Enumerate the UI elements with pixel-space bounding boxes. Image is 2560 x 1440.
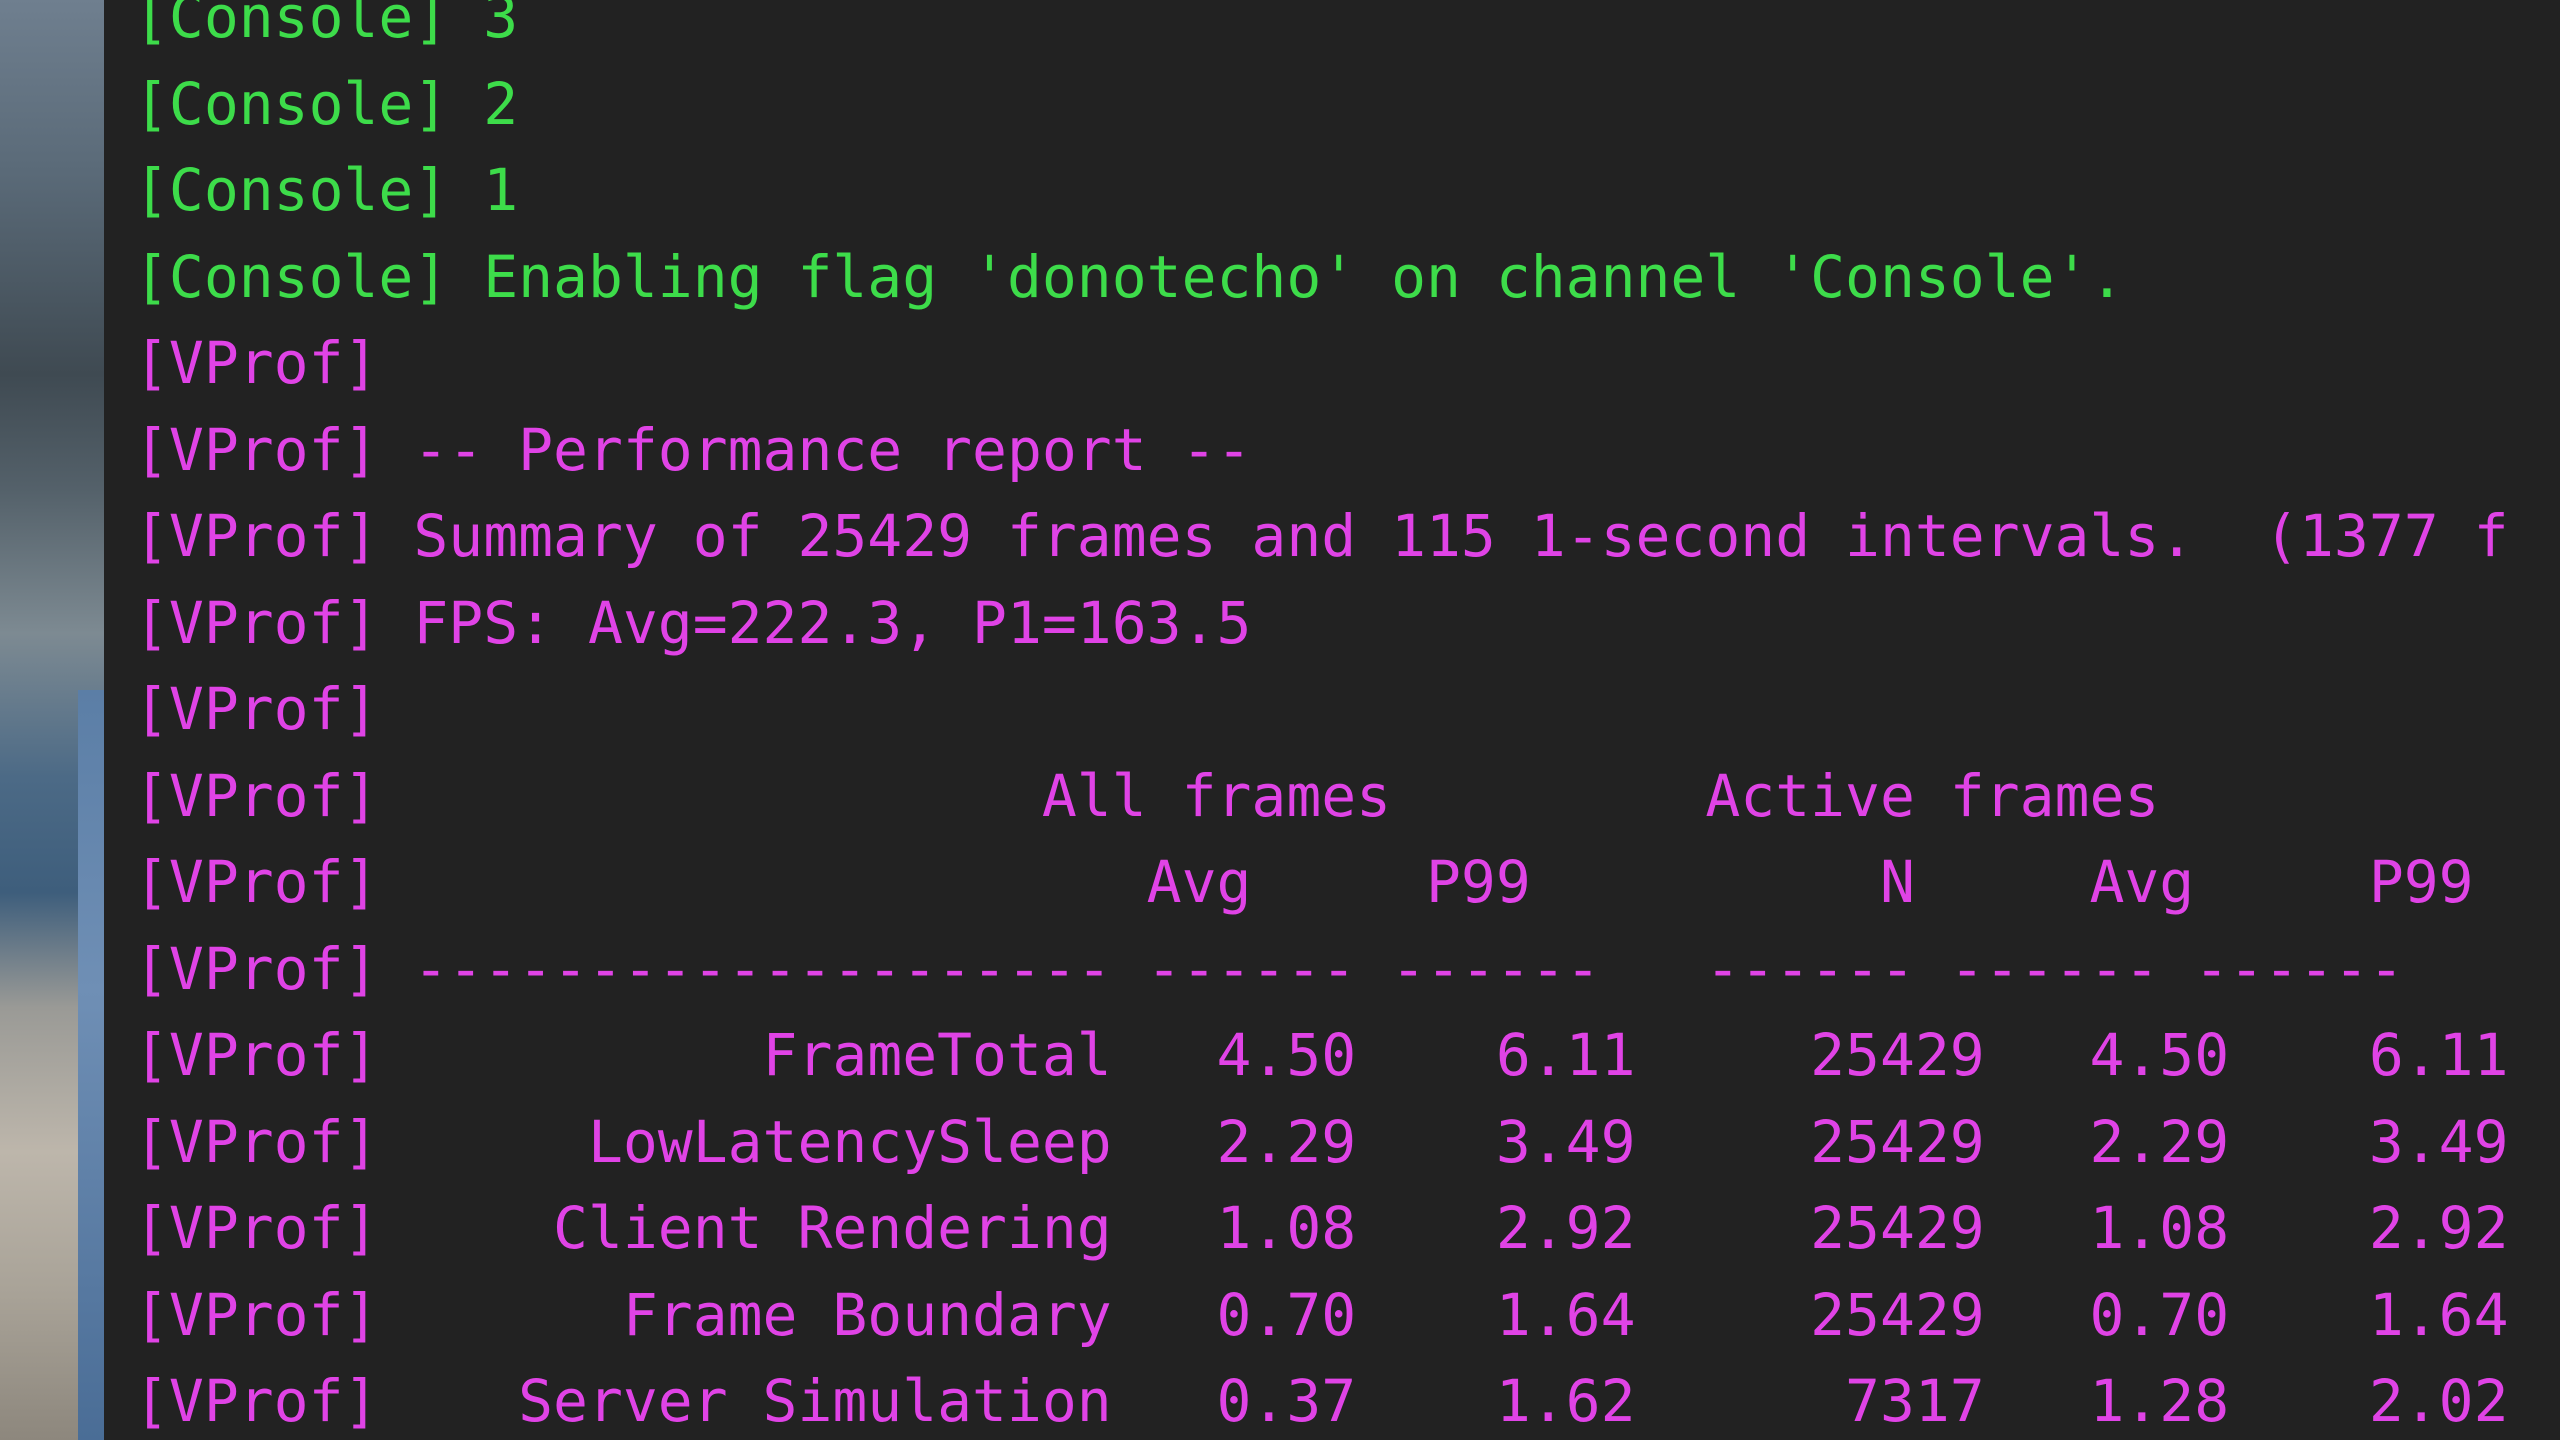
vprof-line: [VProf] — [134, 329, 379, 397]
vprof-line: [VProf] — [134, 675, 379, 743]
console-line: [Console] 1 — [134, 156, 519, 224]
vprof-table-separator: [VProf] -------------------- ------ ----… — [134, 934, 2404, 1003]
vprof-table-column-header: [VProf] Avg P99 N Avg P99 — [134, 848, 2474, 916]
console-line: [Console] Enabling flag 'donotecho' on c… — [134, 242, 2125, 311]
vprof-line: [VProf] Summary of 25429 frames and 115 … — [134, 502, 2509, 570]
console-window[interactable]: [Console] 3 [Console] 2 [Console] 1 [Con… — [104, 0, 2560, 1440]
vprof-line: [VProf] -- Performance report -- — [134, 415, 1252, 484]
vprof-table-row: [VProf] FrameTotal 4.50 6.11 25429 4.50 … — [134, 1021, 2509, 1089]
console-line: [Console] 2 — [134, 69, 519, 138]
desktop-background — [0, 0, 104, 1440]
console-line: [Console] 3 — [134, 0, 519, 51]
vprof-table-row: [VProf] LowLatencySleep 2.29 3.49 25429 … — [134, 1107, 2509, 1176]
console-output: [Console] 3 [Console] 2 [Console] 1 [Con… — [134, 0, 2509, 1440]
vprof-table-row: [VProf] Client Rendering 1.08 2.92 25429… — [134, 1194, 2509, 1262]
vprof-table-group-header: [VProf] All frames Active frames — [134, 761, 2160, 830]
vprof-line: [VProf] FPS: Avg=222.3, P1=163.5 — [134, 588, 1252, 657]
vprof-table-row: [VProf] Server Simulation 0.37 1.62 7317… — [134, 1367, 2509, 1435]
vprof-table-row: [VProf] Frame Boundary 0.70 1.64 25429 0… — [134, 1280, 2509, 1349]
